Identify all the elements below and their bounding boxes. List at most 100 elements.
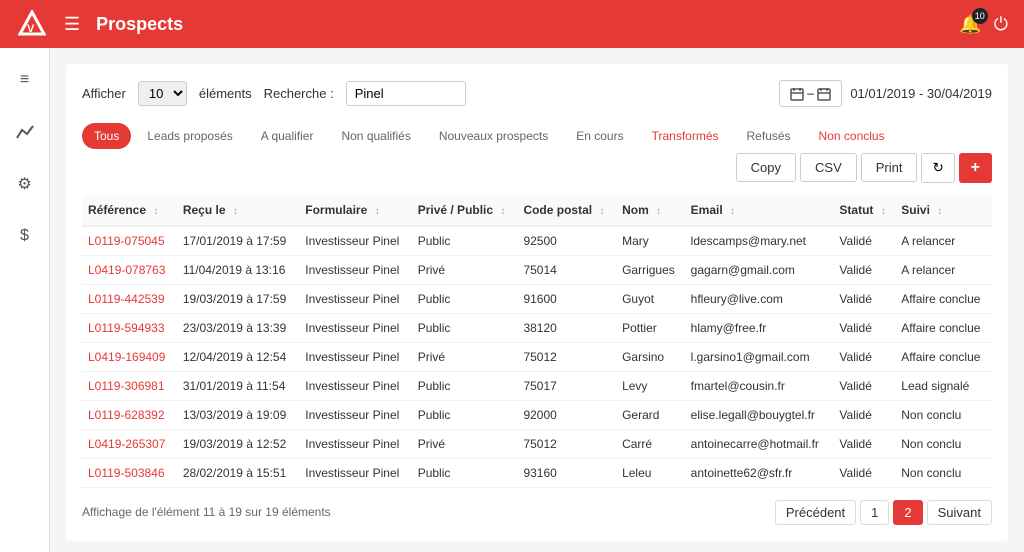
- cell-nom: Pottier: [616, 313, 685, 342]
- col-email: Email ↕: [685, 195, 834, 226]
- power-button[interactable]: ⏻: [994, 14, 1008, 35]
- cell-cp: 38120: [517, 313, 616, 342]
- add-button[interactable]: +: [959, 153, 992, 183]
- cell-suivi: Lead signalé: [895, 371, 992, 400]
- cell-prive-public: Public: [412, 313, 518, 342]
- reference-link[interactable]: L0419-265307: [88, 437, 165, 451]
- reference-link[interactable]: L0119-628392: [88, 408, 165, 422]
- cell-email: fmartel@cousin.fr: [685, 371, 834, 400]
- sidebar: ≡ ⚙ $: [0, 48, 50, 552]
- cell-nom: Garrigues: [616, 255, 685, 284]
- cell-nom: Garsino: [616, 342, 685, 371]
- cell-formulaire: Investisseur Pinel: [299, 371, 411, 400]
- cell-prive-public: Public: [412, 400, 518, 429]
- cell-suivi: Non conclu: [895, 458, 992, 487]
- cell-suivi: Non conclu: [895, 429, 992, 458]
- tab-a-qualifier[interactable]: A qualifier: [249, 123, 326, 149]
- cell-prive-public: Privé: [412, 429, 518, 458]
- cell-formulaire: Investisseur Pinel: [299, 226, 411, 256]
- date-range-button[interactable]: –: [779, 80, 842, 107]
- cell-prive-public: Public: [412, 226, 518, 256]
- cell-reference: L0119-628392: [82, 400, 177, 429]
- reference-link[interactable]: L0119-075045: [88, 234, 165, 248]
- cell-nom: Mary: [616, 226, 685, 256]
- afficher-select[interactable]: 10 25 50: [138, 81, 187, 106]
- cell-nom: Gerard: [616, 400, 685, 429]
- afficher-label: Afficher: [82, 86, 126, 101]
- cell-nom: Leleu: [616, 458, 685, 487]
- pagination-info: Affichage de l'élément 11 à 19 sur 19 él…: [82, 505, 331, 519]
- logo: V: [16, 8, 48, 40]
- reference-link[interactable]: L0119-594933: [88, 321, 165, 335]
- cell-recu: 11/04/2019 à 13:16: [177, 255, 299, 284]
- cell-email: elise.legall@bouygtel.fr: [685, 400, 834, 429]
- cell-cp: 75017: [517, 371, 616, 400]
- hamburger-button[interactable]: ☰: [64, 14, 80, 35]
- reference-link[interactable]: L0119-442539: [88, 292, 165, 306]
- cell-reference: L0419-265307: [82, 429, 177, 458]
- cell-formulaire: Investisseur Pinel: [299, 313, 411, 342]
- col-reference: Référence ↕: [82, 195, 177, 226]
- sidebar-item-settings[interactable]: ⚙: [9, 168, 41, 200]
- tab-non-qualifies[interactable]: Non qualifiés: [329, 123, 422, 149]
- cell-reference: L0119-075045: [82, 226, 177, 256]
- search-input[interactable]: [346, 81, 466, 106]
- copy-button[interactable]: Copy: [736, 153, 796, 182]
- table-row: L0419-265307 19/03/2019 à 12:52 Investis…: [82, 429, 992, 458]
- cell-recu: 13/03/2019 à 19:09: [177, 400, 299, 429]
- tab-leads-proposes[interactable]: Leads proposés: [135, 123, 244, 149]
- csv-button[interactable]: CSV: [800, 153, 857, 182]
- cell-cp: 92500: [517, 226, 616, 256]
- cell-recu: 19/03/2019 à 17:59: [177, 284, 299, 313]
- cell-email: hfleury@live.com: [685, 284, 834, 313]
- col-formulaire: Formulaire ↕: [299, 195, 411, 226]
- cell-prive-public: Public: [412, 371, 518, 400]
- table-row: L0119-075045 17/01/2019 à 17:59 Investis…: [82, 226, 992, 256]
- cell-reference: L0419-078763: [82, 255, 177, 284]
- refresh-button[interactable]: ↻: [921, 153, 954, 183]
- prospects-card: Afficher 10 25 50 éléments Recherche :: [66, 64, 1008, 541]
- notification-button[interactable]: 🔔 10: [959, 14, 981, 35]
- cell-statut: Validé: [833, 429, 895, 458]
- sidebar-item-menu[interactable]: ≡: [9, 64, 41, 96]
- cell-recu: 12/04/2019 à 12:54: [177, 342, 299, 371]
- top-controls: Afficher 10 25 50 éléments Recherche :: [82, 80, 992, 107]
- tab-tous[interactable]: Tous: [82, 123, 131, 149]
- tab-non-conclus[interactable]: Non conclus: [807, 123, 897, 149]
- tab-en-cours[interactable]: En cours: [564, 123, 635, 149]
- tab-refuses[interactable]: Refusés: [735, 123, 803, 149]
- cell-recu: 28/02/2019 à 15:51: [177, 458, 299, 487]
- col-suivi: Suivi ↕: [895, 195, 992, 226]
- cell-nom: Carré: [616, 429, 685, 458]
- sidebar-item-dollar[interactable]: $: [9, 220, 41, 252]
- pagination-controls: Précédent 1 2 Suivant: [775, 500, 992, 525]
- cell-cp: 75012: [517, 342, 616, 371]
- print-button[interactable]: Print: [861, 153, 918, 182]
- reference-link[interactable]: L0119-306981: [88, 379, 165, 393]
- cell-recu: 19/03/2019 à 12:52: [177, 429, 299, 458]
- tab-nouveaux-prospects[interactable]: Nouveaux prospects: [427, 123, 560, 149]
- cell-reference: L0419-169409: [82, 342, 177, 371]
- action-buttons: Copy CSV Print ↻ +: [736, 153, 992, 183]
- date-range-text: 01/01/2019 - 30/04/2019: [850, 86, 992, 101]
- notification-badge: 10: [972, 8, 988, 24]
- next-page-button[interactable]: Suivant: [927, 500, 992, 525]
- tab-transformes[interactable]: Transformés: [640, 123, 731, 149]
- cell-formulaire: Investisseur Pinel: [299, 458, 411, 487]
- sidebar-item-chart[interactable]: [9, 116, 41, 148]
- table-header-row: Référence ↕ Reçu le ↕ Formulaire ↕ Privé…: [82, 195, 992, 226]
- reference-link[interactable]: L0419-169409: [88, 350, 165, 364]
- cell-cp: 92000: [517, 400, 616, 429]
- cell-recu: 23/03/2019 à 13:39: [177, 313, 299, 342]
- prospects-table: Référence ↕ Reçu le ↕ Formulaire ↕ Privé…: [82, 195, 992, 488]
- main-content: Afficher 10 25 50 éléments Recherche :: [50, 48, 1024, 552]
- cell-prive-public: Privé: [412, 342, 518, 371]
- prev-page-button[interactable]: Précédent: [775, 500, 856, 525]
- cell-formulaire: Investisseur Pinel: [299, 400, 411, 429]
- page-1-button[interactable]: 1: [860, 500, 889, 525]
- reference-link[interactable]: L0119-503846: [88, 466, 165, 480]
- page-2-button[interactable]: 2: [893, 500, 922, 525]
- cell-email: gagarn@gmail.com: [685, 255, 834, 284]
- cell-statut: Validé: [833, 342, 895, 371]
- reference-link[interactable]: L0419-078763: [88, 263, 165, 277]
